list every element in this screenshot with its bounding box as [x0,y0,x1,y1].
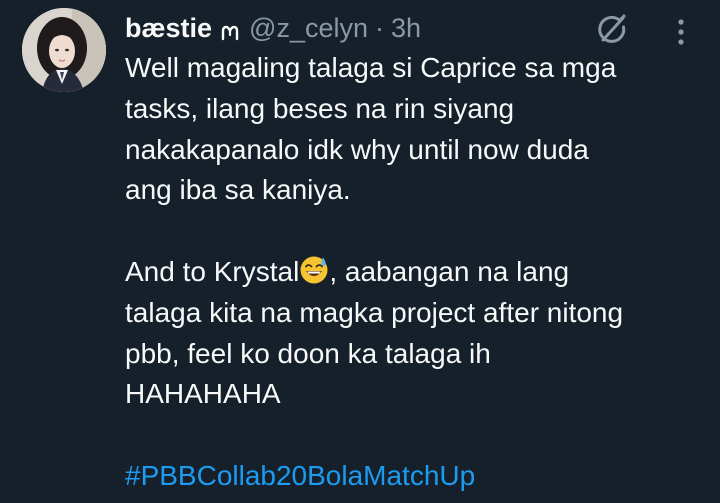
grok-icon[interactable] [594,12,630,48]
text-line: ang iba sa kaniya. [125,174,351,206]
avatar[interactable] [22,8,106,92]
display-name[interactable]: bæstie [125,10,212,46]
handle[interactable]: @z_celyn [249,10,368,46]
text-line: talaga kita na magka project after niton… [125,296,624,328]
tweet-header: bæstie @z_celyn · 3h [125,10,421,46]
text-segment: , aabangan na lang [329,255,570,287]
timestamp[interactable]: 3h [391,10,421,46]
text-line: And to Krystal , aabangan na lang [125,252,705,293]
text-line: Well magaling talaga si Caprice sa mga [125,52,617,83]
tweet[interactable]: bæstie @z_celyn · 3h Well magaling talag… [0,0,720,503]
cloud-mark-icon [219,17,241,41]
text-line: nakakapanalo idk why until now duda [125,133,589,165]
hashtag-link[interactable]: #PBBCollab20BolaMatchUp [125,456,705,497]
text-segment: And to Krystal [125,255,300,287]
separator-dot: · [375,13,384,43]
text-line: pbb, feel ko doon ka talaga ih [125,337,491,369]
text-line: HAHAHAHA [125,378,281,410]
text-line: tasks, ilang beses na rin siyang [125,92,515,124]
more-vertical-icon[interactable] [666,12,696,48]
tweet-text: Well magaling talaga si Caprice sa mga t… [125,48,705,497]
grinning-face-with-sweat-icon [299,255,329,285]
